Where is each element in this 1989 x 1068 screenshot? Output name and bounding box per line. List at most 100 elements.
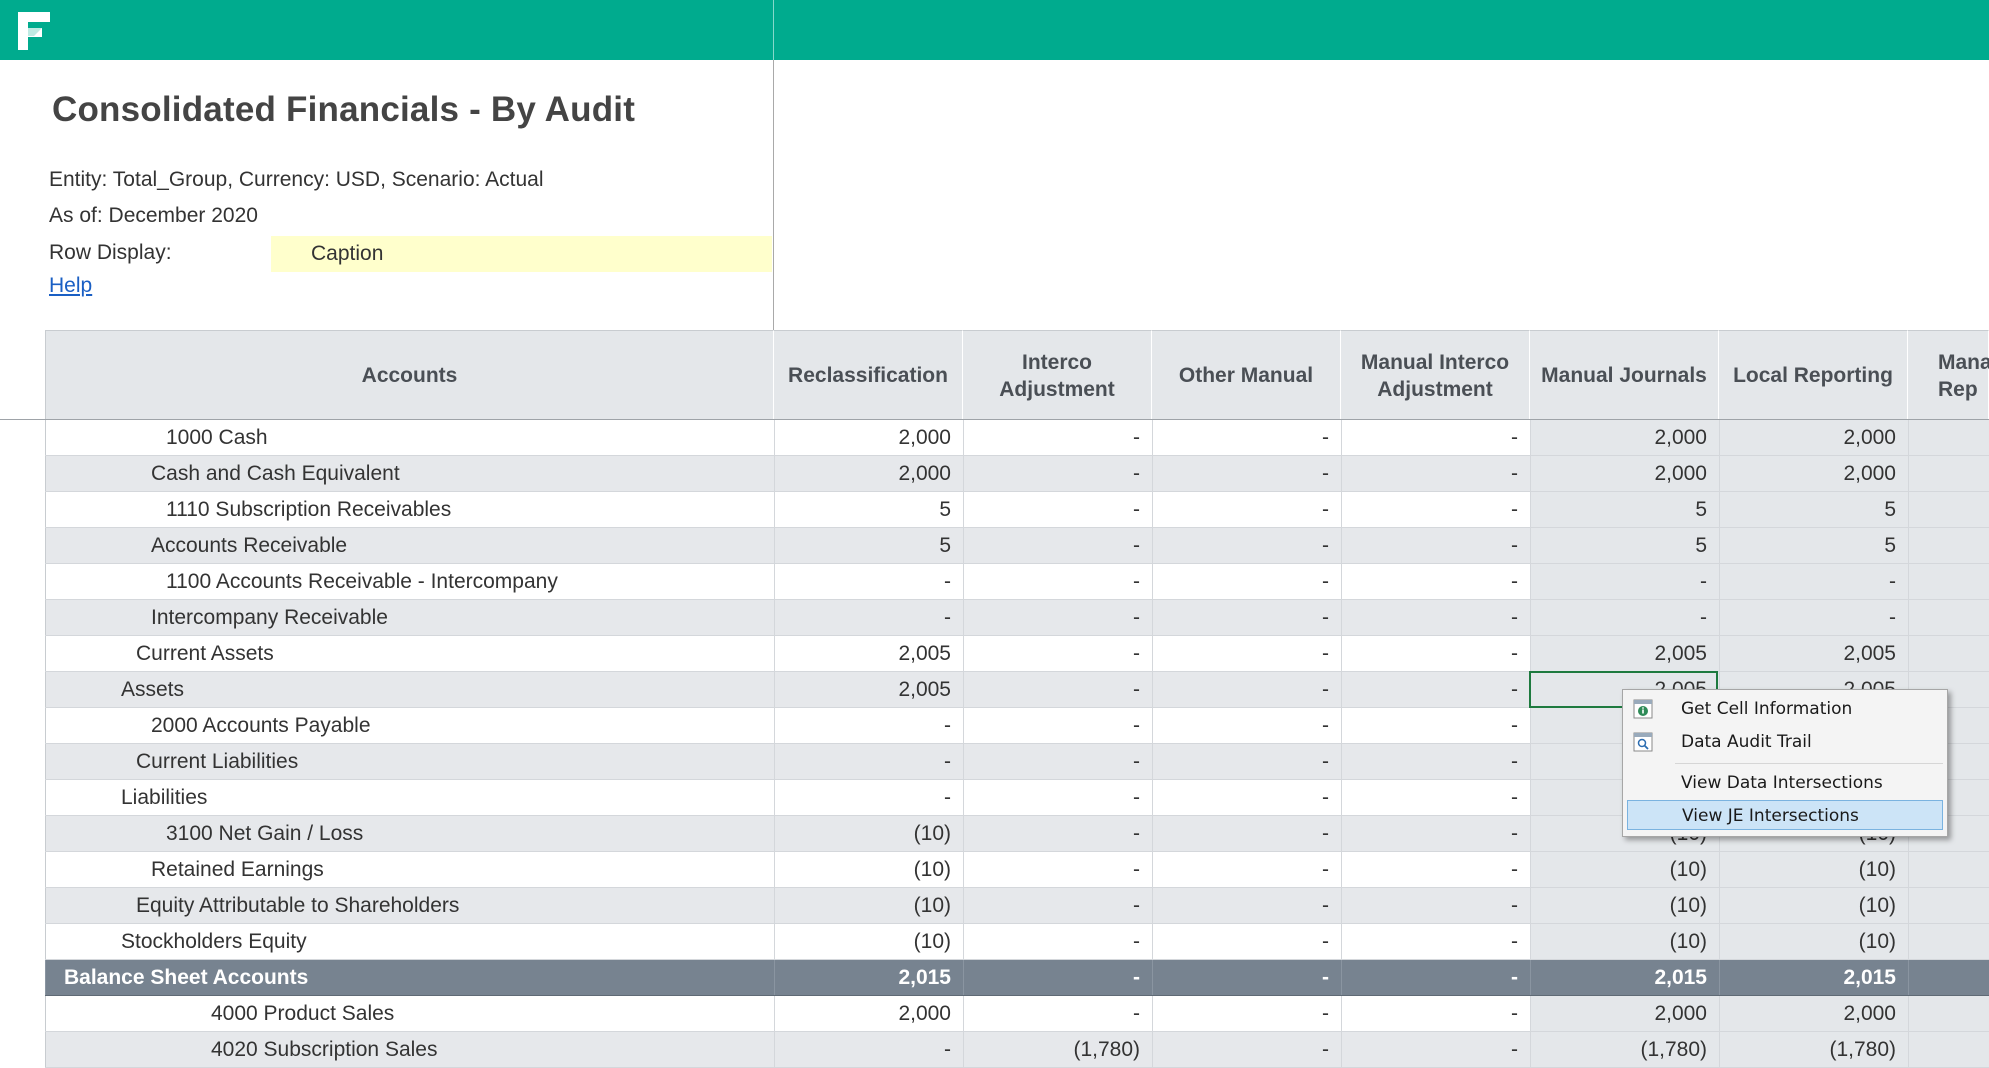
row-display-selector[interactable]: Caption bbox=[271, 236, 772, 272]
account-cell[interactable]: Intercompany Receivable bbox=[45, 600, 774, 635]
column-header-accounts[interactable]: Accounts bbox=[45, 330, 774, 420]
value-cell[interactable]: - bbox=[1152, 708, 1341, 743]
value-cell[interactable]: 5 bbox=[774, 492, 963, 527]
value-cell[interactable]: - bbox=[774, 744, 963, 779]
account-cell[interactable]: 1110 Subscription Receivables bbox=[45, 492, 774, 527]
value-cell[interactable]: (10) bbox=[1719, 924, 1908, 959]
value-cell-partial[interactable] bbox=[1908, 456, 1989, 491]
value-cell-partial[interactable] bbox=[1908, 924, 1989, 959]
value-cell[interactable]: 2,005 bbox=[774, 636, 963, 671]
value-cell[interactable]: - bbox=[1152, 996, 1341, 1031]
value-cell[interactable]: 2,005 bbox=[774, 672, 963, 707]
value-cell[interactable]: - bbox=[963, 960, 1152, 995]
menu-item-get-cell-information[interactable]: Get Cell Information bbox=[1623, 694, 1947, 724]
account-cell[interactable]: Liabilities bbox=[45, 780, 774, 815]
value-cell-partial[interactable] bbox=[1908, 636, 1989, 671]
value-cell-partial[interactable] bbox=[1908, 420, 1989, 455]
value-cell[interactable]: - bbox=[963, 744, 1152, 779]
value-cell[interactable]: - bbox=[1152, 492, 1341, 527]
value-cell[interactable]: - bbox=[1152, 888, 1341, 923]
value-cell[interactable]: - bbox=[1341, 420, 1530, 455]
column-header-manual-interco-adjustment[interactable]: Manual Interco Adjustment bbox=[1341, 330, 1530, 420]
value-cell[interactable]: - bbox=[774, 780, 963, 815]
value-cell[interactable]: - bbox=[1152, 852, 1341, 887]
value-cell[interactable]: - bbox=[1341, 924, 1530, 959]
value-cell[interactable]: (1,780) bbox=[1530, 1032, 1719, 1067]
value-cell[interactable]: 2,000 bbox=[1719, 420, 1908, 455]
value-cell-partial[interactable] bbox=[1908, 960, 1989, 995]
account-cell[interactable]: Accounts Receivable bbox=[45, 528, 774, 563]
value-cell[interactable]: 2,015 bbox=[1530, 960, 1719, 995]
value-cell[interactable]: - bbox=[1341, 852, 1530, 887]
value-cell[interactable]: - bbox=[1530, 600, 1719, 635]
value-cell-partial[interactable] bbox=[1908, 996, 1989, 1031]
account-cell[interactable]: Current Assets bbox=[45, 636, 774, 671]
value-cell[interactable]: 2,000 bbox=[1719, 996, 1908, 1031]
value-cell[interactable]: - bbox=[963, 636, 1152, 671]
value-cell[interactable]: - bbox=[774, 1032, 963, 1067]
value-cell[interactable]: - bbox=[1719, 564, 1908, 599]
value-cell[interactable]: - bbox=[1152, 564, 1341, 599]
value-cell[interactable]: - bbox=[1341, 1032, 1530, 1067]
value-cell[interactable]: (10) bbox=[774, 888, 963, 923]
account-cell[interactable]: Stockholders Equity bbox=[45, 924, 774, 959]
value-cell[interactable]: - bbox=[1152, 528, 1341, 563]
account-cell[interactable]: 4020 Subscription Sales bbox=[45, 1032, 774, 1067]
column-header-partial[interactable]: Mana Rep bbox=[1908, 330, 1989, 420]
value-cell[interactable]: (1,780) bbox=[1719, 1032, 1908, 1067]
app-logo-icon[interactable] bbox=[16, 10, 52, 52]
value-cell[interactable]: - bbox=[1341, 492, 1530, 527]
account-cell[interactable]: Assets bbox=[45, 672, 774, 707]
value-cell[interactable]: - bbox=[1152, 924, 1341, 959]
value-cell[interactable]: 2,000 bbox=[774, 456, 963, 491]
value-cell[interactable]: - bbox=[1152, 1032, 1341, 1067]
value-cell[interactable]: - bbox=[1341, 816, 1530, 851]
value-cell[interactable]: - bbox=[963, 708, 1152, 743]
value-cell[interactable]: (10) bbox=[1530, 852, 1719, 887]
value-cell[interactable]: 2,000 bbox=[1530, 996, 1719, 1031]
account-cell[interactable]: 1000 Cash bbox=[45, 420, 774, 455]
value-cell[interactable]: - bbox=[1152, 636, 1341, 671]
value-cell[interactable]: - bbox=[1341, 708, 1530, 743]
value-cell[interactable]: 5 bbox=[1719, 492, 1908, 527]
help-link[interactable]: Help bbox=[49, 274, 92, 298]
value-cell[interactable]: - bbox=[1152, 780, 1341, 815]
value-cell[interactable]: - bbox=[963, 780, 1152, 815]
value-cell[interactable]: - bbox=[1341, 564, 1530, 599]
value-cell[interactable]: - bbox=[963, 600, 1152, 635]
value-cell[interactable]: - bbox=[1152, 456, 1341, 491]
value-cell-partial[interactable] bbox=[1908, 564, 1989, 599]
value-cell[interactable]: 2,000 bbox=[774, 996, 963, 1031]
column-header-manual-journals[interactable]: Manual Journals bbox=[1530, 330, 1719, 420]
value-cell[interactable]: (10) bbox=[1719, 888, 1908, 923]
value-cell[interactable]: - bbox=[1152, 672, 1341, 707]
value-cell-partial[interactable] bbox=[1908, 600, 1989, 635]
value-cell[interactable]: - bbox=[1152, 816, 1341, 851]
value-cell[interactable]: - bbox=[1341, 780, 1530, 815]
value-cell[interactable]: - bbox=[1341, 888, 1530, 923]
value-cell[interactable]: - bbox=[963, 672, 1152, 707]
value-cell[interactable]: - bbox=[1341, 960, 1530, 995]
menu-item-view-data-intersections[interactable]: View Data Intersections bbox=[1623, 768, 1947, 798]
value-cell[interactable]: - bbox=[1341, 456, 1530, 491]
value-cell[interactable]: 2,015 bbox=[1719, 960, 1908, 995]
value-cell-partial[interactable] bbox=[1908, 888, 1989, 923]
value-cell[interactable]: - bbox=[1341, 672, 1530, 707]
value-cell[interactable]: - bbox=[963, 816, 1152, 851]
value-cell[interactable]: - bbox=[963, 564, 1152, 599]
value-cell[interactable]: - bbox=[1152, 600, 1341, 635]
value-cell-partial[interactable] bbox=[1908, 528, 1989, 563]
value-cell[interactable]: - bbox=[963, 420, 1152, 455]
value-cell[interactable]: (1,780) bbox=[963, 1032, 1152, 1067]
value-cell[interactable]: 2,015 bbox=[774, 960, 963, 995]
value-cell[interactable]: - bbox=[774, 600, 963, 635]
value-cell[interactable]: - bbox=[1152, 420, 1341, 455]
menu-item-view-je-intersections[interactable]: View JE Intersections bbox=[1627, 800, 1943, 830]
value-cell[interactable]: - bbox=[963, 888, 1152, 923]
account-cell[interactable]: Current Liabilities bbox=[45, 744, 774, 779]
value-cell[interactable]: - bbox=[1341, 744, 1530, 779]
menu-item-data-audit-trail[interactable]: Data Audit Trail bbox=[1623, 727, 1947, 757]
value-cell[interactable]: (10) bbox=[774, 852, 963, 887]
value-cell[interactable]: - bbox=[963, 492, 1152, 527]
value-cell[interactable]: - bbox=[1341, 996, 1530, 1031]
